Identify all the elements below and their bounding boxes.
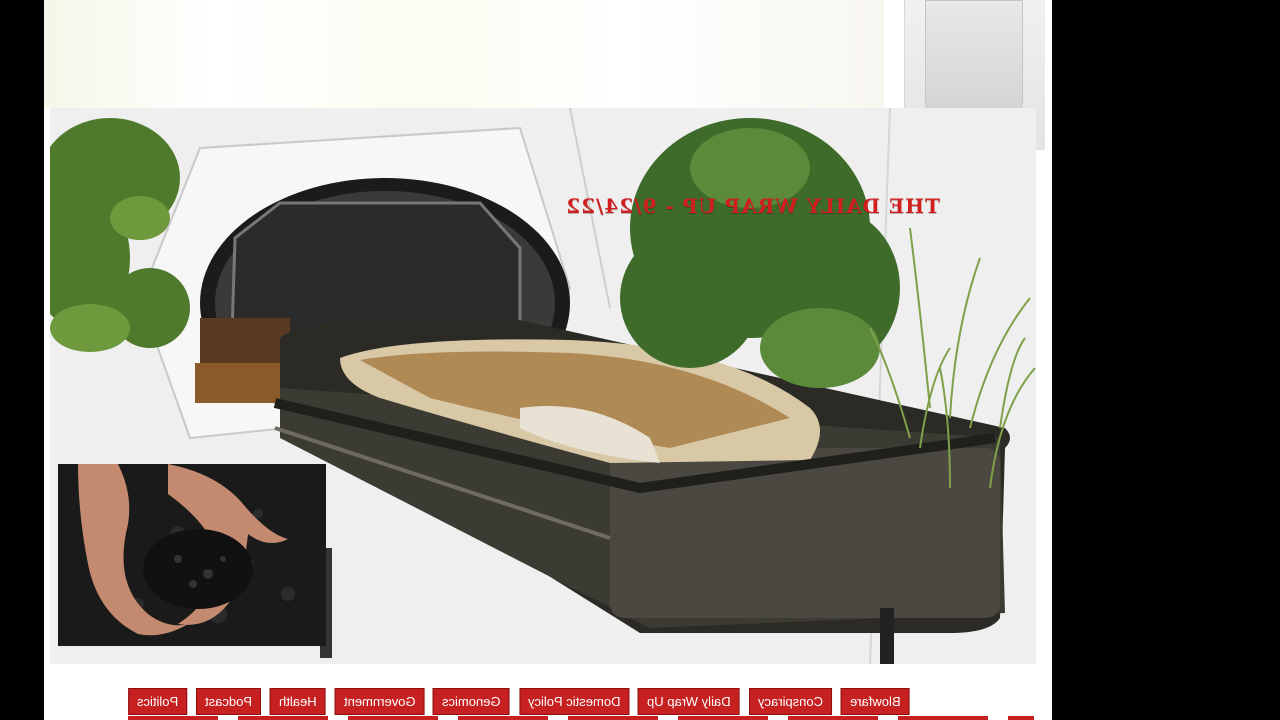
soil-inset-image [58,464,326,646]
category-nav: Blowfare Conspiracy Daily Wrap Up Domest… [44,664,1052,720]
nav-item-conspiracy[interactable]: Conspiracy [748,688,832,715]
nav-item-genomics[interactable]: Genomics [433,688,510,715]
nav-item-government[interactable]: Government [334,688,425,715]
nav-second-row [128,716,1034,720]
page: THE DAILY WRAP UP - 9/24/22 Blowfare Con… [44,0,1052,720]
nav-item-domestic-policy[interactable]: Domestic Policy [518,688,630,715]
header-banner [44,0,884,108]
hero-image: THE DAILY WRAP UP - 9/24/22 [50,108,1036,664]
nav-item-daily-wrap-up[interactable]: Daily Wrap Up [638,688,740,715]
nav-list: Blowfare Conspiracy Daily Wrap Up Domest… [128,688,910,715]
article-title[interactable]: THE DAILY WRAP UP - 9/24/22 [520,194,940,218]
nav-item-health[interactable]: Health [270,688,326,715]
hands-holding-soil-photo [58,464,326,646]
nav-item-politics[interactable]: Politics [128,688,188,715]
nav-item-blowfare[interactable]: Blowfare [840,688,910,715]
nav-item-podcast[interactable]: Podcast [196,688,262,715]
